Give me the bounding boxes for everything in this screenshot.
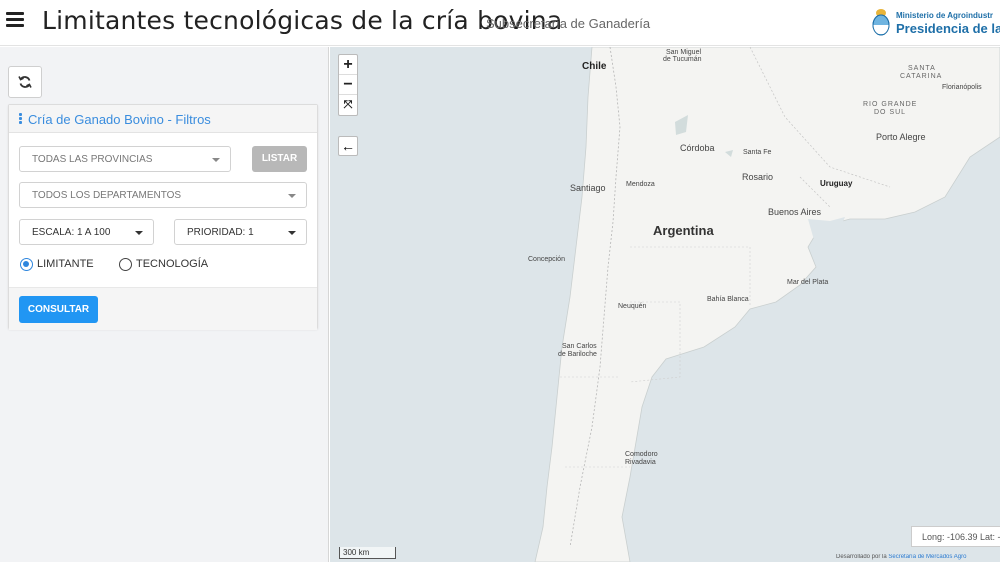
map-label-santa-catarina-2: CATARINA bbox=[900, 73, 943, 80]
kebab-icon bbox=[19, 113, 22, 125]
basemap bbox=[534, 47, 1000, 562]
credit-prefix: Desarrollado por la bbox=[836, 554, 889, 560]
page-title: Limitantes tecnológicas de la cría bovin… bbox=[42, 6, 563, 35]
map-label-porto-alegre: Porto Alegre bbox=[876, 132, 926, 142]
listar-button[interactable]: LISTAR bbox=[252, 146, 307, 172]
fullscreen-icon[interactable]: ⤧ bbox=[339, 95, 357, 115]
map-label-san-carlos-1: San Carlos bbox=[562, 343, 597, 350]
map-label-comodoro-2: Rivadavia bbox=[625, 459, 656, 466]
map-label-rosario: Rosario bbox=[742, 172, 774, 182]
chevron-down-icon bbox=[288, 194, 296, 198]
map-label-florianopolis: Florianópolis bbox=[942, 84, 982, 91]
app-header: Limitantes tecnológicas de la cría bovin… bbox=[0, 0, 1000, 46]
chevron-down-icon bbox=[212, 158, 220, 162]
map-label-san-miguel: San Miguel bbox=[666, 49, 702, 56]
back-arrow-icon[interactable]: ← bbox=[338, 136, 358, 156]
escala-select-value: ESCALA: 1 A 100 bbox=[32, 227, 111, 238]
menu-icon[interactable] bbox=[6, 12, 24, 28]
rio-de-la-plata bbox=[808, 217, 845, 247]
provincias-select[interactable]: TODAS LAS PROVINCIAS bbox=[19, 146, 231, 172]
coat-of-arms-icon bbox=[872, 9, 890, 36]
prioridad-select[interactable]: PRIORIDAD: 1 bbox=[174, 219, 307, 245]
radio-limitante[interactable]: LIMITANTE bbox=[20, 257, 110, 273]
map-label-comodoro-1: Comodoro bbox=[625, 451, 658, 458]
map-credit: Desarrollado por la Secretaría de Mercad… bbox=[836, 554, 1000, 562]
ministry-logo: Ministerio de Agroindustr Presidencia de… bbox=[872, 6, 1000, 40]
map-label-neuquen: Neuquén bbox=[618, 303, 647, 310]
escala-select[interactable]: ESCALA: 1 A 100 bbox=[19, 219, 154, 245]
prioridad-select-value: PRIORIDAD: 1 bbox=[187, 227, 254, 238]
map-label-chile: Chile bbox=[582, 61, 607, 72]
map-label-uruguay: Uruguay bbox=[820, 179, 853, 188]
departamentos-select[interactable]: TODOS LOS DEPARTAMENTOS bbox=[19, 182, 307, 208]
chevron-down-icon bbox=[135, 231, 143, 235]
landmass bbox=[534, 47, 1000, 562]
coordinates-readout: Long: -106.39 Lat: - bbox=[911, 526, 1000, 547]
map-label-santa-catarina-1: SANTA bbox=[908, 65, 936, 72]
chevron-down-icon bbox=[288, 231, 296, 235]
departamentos-select-value: TODOS LOS DEPARTAMENTOS bbox=[32, 190, 182, 201]
radio-tecnologia[interactable]: TECNOLOGÍA bbox=[119, 257, 219, 273]
radio-tecnologia-label: TECNOLOGÍA bbox=[136, 258, 209, 270]
panel-footer: CONSULTAR bbox=[9, 287, 317, 330]
map-label-santa-fe: Santa Fe bbox=[743, 149, 772, 156]
map-label-argentina: Argentina bbox=[653, 223, 714, 238]
map-label-rio-grande-2: DO SUL bbox=[874, 109, 907, 116]
map-label-cordoba: Córdoba bbox=[680, 143, 715, 153]
logo-line1: Ministerio de Agroindustr bbox=[896, 11, 994, 20]
map-label-mendoza: Mendoza bbox=[626, 181, 655, 188]
zoom-out-button[interactable]: − bbox=[339, 75, 357, 95]
radio-checked-icon bbox=[20, 258, 33, 271]
panel-title: Cría de Ganado Bovino - Filtros bbox=[19, 112, 211, 127]
zoom-in-button[interactable]: + bbox=[339, 55, 357, 75]
map-label-rio-grande-1: RIO GRANDE bbox=[863, 101, 918, 108]
logo-line2: Presidencia de la N bbox=[896, 21, 1000, 36]
panel-heading: Cría de Ganado Bovino - Filtros bbox=[9, 105, 317, 133]
consultar-button[interactable]: CONSULTAR bbox=[19, 296, 98, 323]
scale-bar: 300 km bbox=[339, 547, 396, 559]
filter-panel: Cría de Ganado Bovino - Filtros TODAS LA… bbox=[8, 104, 318, 330]
refresh-icon bbox=[18, 76, 32, 88]
map-label-bahia-blanca: Bahía Blanca bbox=[707, 296, 749, 303]
credit-link[interactable]: Secretaría de Mercados Agro bbox=[888, 554, 966, 560]
radio-limitante-label: LIMITANTE bbox=[37, 258, 94, 270]
page-subtitle: Subsecretaría de Ganadería bbox=[486, 16, 651, 31]
map-label-san-carlos-2: de Bariloche bbox=[558, 351, 597, 358]
zoom-control: + − ⤧ bbox=[338, 54, 358, 116]
map-label-mar-del-plata: Mar del Plata bbox=[787, 279, 829, 286]
refresh-button[interactable] bbox=[8, 66, 42, 98]
sidebar: Cría de Ganado Bovino - Filtros TODAS LA… bbox=[0, 47, 329, 562]
map-label-santiago: Santiago bbox=[570, 183, 606, 193]
map-view[interactable]: Chile San Miguel de Tucumán SANTA CATARI… bbox=[330, 47, 1000, 562]
map-label-concepcion: Concepción bbox=[528, 256, 565, 263]
panel-title-text: Cría de Ganado Bovino - Filtros bbox=[28, 112, 211, 127]
provincias-select-value: TODAS LAS PROVINCIAS bbox=[32, 154, 153, 165]
map-label-de-tucuman: de Tucumán bbox=[663, 56, 702, 63]
map-label-buenos-aires: Buenos Aires bbox=[768, 207, 822, 217]
radio-unchecked-icon bbox=[119, 258, 132, 271]
